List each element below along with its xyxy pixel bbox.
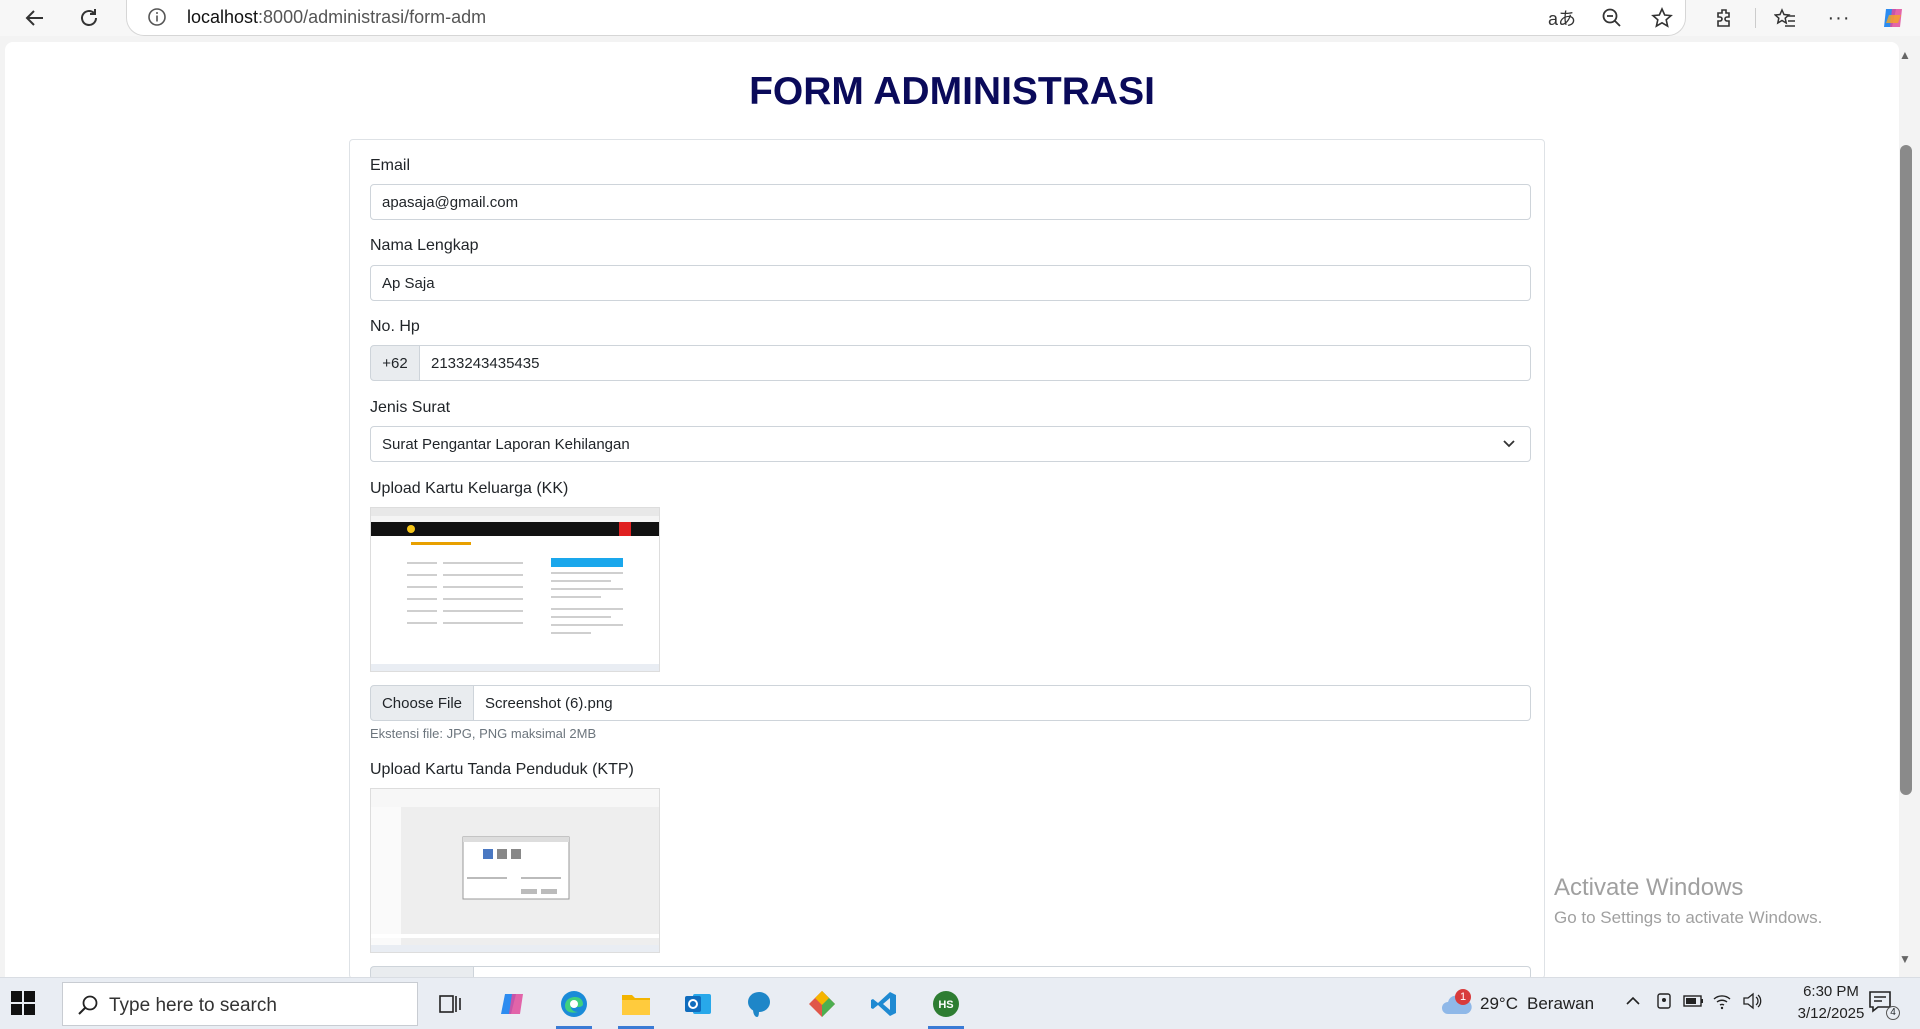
ktp-preview-image <box>370 788 660 953</box>
activate-windows-watermark: Activate Windows Go to Settings to activ… <box>1554 874 1822 928</box>
volume-icon[interactable] <box>1742 992 1762 1015</box>
weather-description[interactable]: Berawan <box>1527 994 1594 1014</box>
site-info-icon[interactable] <box>147 7 167 32</box>
git-tool-icon[interactable] <box>800 984 844 1024</box>
favorites-icon[interactable] <box>1770 3 1800 33</box>
browser-toolbar: localhost:8000/administrasi/form-adm aあ … <box>0 0 1920 36</box>
watermark-title: Activate Windows <box>1554 874 1744 901</box>
kk-preview-image <box>370 507 660 672</box>
kk-file-hint: Ekstensi file: JPG, PNG maksimal 2MB <box>370 726 597 741</box>
meet-now-icon[interactable] <box>1655 992 1673 1015</box>
windows-start-icon[interactable] <box>10 990 36 1016</box>
kk-choose-file-button[interactable]: Choose File <box>370 685 474 721</box>
scrollbar-thumb[interactable] <box>1900 145 1912 795</box>
search-icon <box>77 994 99 1021</box>
refresh-icon[interactable] <box>74 3 104 33</box>
notification-count-badge: 4 <box>1886 1006 1900 1020</box>
wifi-icon[interactable] <box>1712 992 1732 1015</box>
jenis-surat-label: Jenis Surat <box>370 399 451 416</box>
url-text: localhost:8000/administrasi/form-adm <box>187 7 487 27</box>
scroll-up-arrow-icon[interactable]: ▲ <box>1898 48 1912 62</box>
scroll-down-arrow-icon[interactable]: ▼ <box>1898 952 1912 966</box>
edge-browser-icon[interactable] <box>552 984 596 1029</box>
heidisql-icon[interactable]: HS <box>924 984 968 1029</box>
extensions-icon[interactable] <box>1710 3 1740 33</box>
svg-text:HS: HS <box>938 999 953 1011</box>
copilot-app-icon[interactable] <box>490 984 534 1024</box>
jenis-surat-selected: Surat Pengantar Laporan Kehilangan <box>382 435 630 453</box>
vscode-icon[interactable] <box>862 984 906 1024</box>
back-icon[interactable] <box>20 3 50 33</box>
nama-lengkap-label: Nama Lengkap <box>370 237 479 254</box>
page-title: FORM ADMINISTRASI <box>749 70 1155 113</box>
no-hp-field[interactable]: 2133243435435 <box>419 345 1531 381</box>
copilot-icon[interactable] <box>1878 3 1908 33</box>
task-view-icon[interactable] <box>428 984 472 1024</box>
battery-icon[interactable] <box>1683 993 1705 1014</box>
file-explorer-icon[interactable] <box>614 984 658 1029</box>
read-aloud-icon[interactable]: aあ <box>1547 3 1577 33</box>
windows-taskbar: Type here to search HS 1 29°C Berawan 6:… <box>0 977 1920 1029</box>
zoom-out-icon[interactable] <box>1597 3 1627 33</box>
address-bar[interactable]: localhost:8000/administrasi/form-adm aあ <box>126 0 1686 36</box>
chevron-down-icon <box>1502 436 1516 450</box>
weather-alert-badge: 1 <box>1455 989 1471 1005</box>
chevron-up-icon[interactable] <box>1624 992 1642 1015</box>
taskbar-search-box[interactable]: Type here to search <box>62 982 418 1026</box>
clock-date[interactable]: 3/12/2025 <box>1786 1005 1876 1022</box>
more-menu-icon[interactable]: ··· <box>1824 3 1854 33</box>
no-hp-label: No. Hp <box>370 318 420 335</box>
phone-prefix: +62 <box>370 345 420 381</box>
watermark-subtitle: Go to Settings to activate Windows. <box>1554 908 1823 927</box>
nama-lengkap-field[interactable]: Ap Saja <box>370 265 1531 301</box>
postgres-elephant-icon[interactable] <box>738 984 782 1024</box>
upload-kk-label: Upload Kartu Keluarga (KK) <box>370 480 569 497</box>
upload-ktp-label: Upload Kartu Tanda Penduduk (KTP) <box>370 761 634 778</box>
taskbar-search-placeholder: Type here to search <box>109 995 277 1016</box>
kk-file-name[interactable]: Screenshot (6).png <box>473 685 1531 721</box>
email-label: Email <box>370 157 411 174</box>
weather-temperature[interactable]: 29°C <box>1480 994 1518 1014</box>
clock-time[interactable]: 6:30 PM <box>1786 983 1876 1000</box>
favorite-star-icon[interactable] <box>1647 3 1677 33</box>
jenis-surat-select[interactable]: Surat Pengantar Laporan Kehilangan <box>370 426 1531 462</box>
email-field[interactable]: apasaja@gmail.com <box>370 184 1531 220</box>
outlook-icon[interactable] <box>676 984 720 1024</box>
